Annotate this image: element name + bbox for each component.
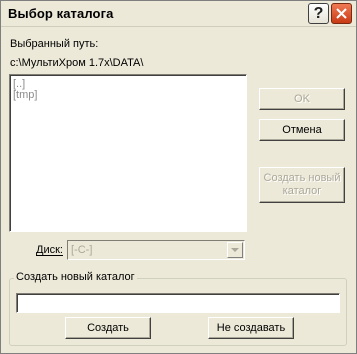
disk-label: Диск: (36, 244, 63, 256)
dont-create-button[interactable]: Не создавать (208, 317, 294, 339)
ok-button[interactable]: OK (259, 88, 345, 110)
cancel-button[interactable]: Отмена (259, 119, 345, 141)
list-item[interactable]: [tmp] (13, 90, 246, 101)
title-bar[interactable]: Выбор каталога ? (1, 1, 356, 27)
select-directory-dialog: Выбор каталога ? Выбранный путь: c:\Муль… (0, 0, 357, 354)
directory-list[interactable]: [..] [tmp] (9, 74, 247, 232)
new-directory-name-input[interactable] (16, 293, 340, 313)
selected-path-label: Выбранный путь: (10, 38, 99, 50)
disk-select-value: [-C-] (71, 244, 93, 256)
close-icon (336, 8, 347, 19)
list-item[interactable]: [..] (13, 79, 246, 90)
close-button[interactable] (331, 3, 352, 24)
chevron-down-icon[interactable] (227, 242, 243, 258)
create-new-directory-button[interactable]: Создать новый каталог (259, 167, 345, 203)
create-button[interactable]: Создать (65, 317, 151, 339)
create-new-line2: каталог (282, 185, 322, 197)
create-directory-group-legend: Создать новый каталог (14, 271, 137, 283)
create-new-line1: Создать новый (263, 172, 341, 184)
help-icon: ? (313, 4, 324, 22)
window-title: Выбор каталога (8, 6, 114, 21)
help-button[interactable]: ? (308, 3, 329, 24)
disk-select[interactable]: [-C-] (67, 240, 245, 260)
selected-path-value: c:\МультиХром 1.7x\DATA\ (10, 57, 144, 69)
